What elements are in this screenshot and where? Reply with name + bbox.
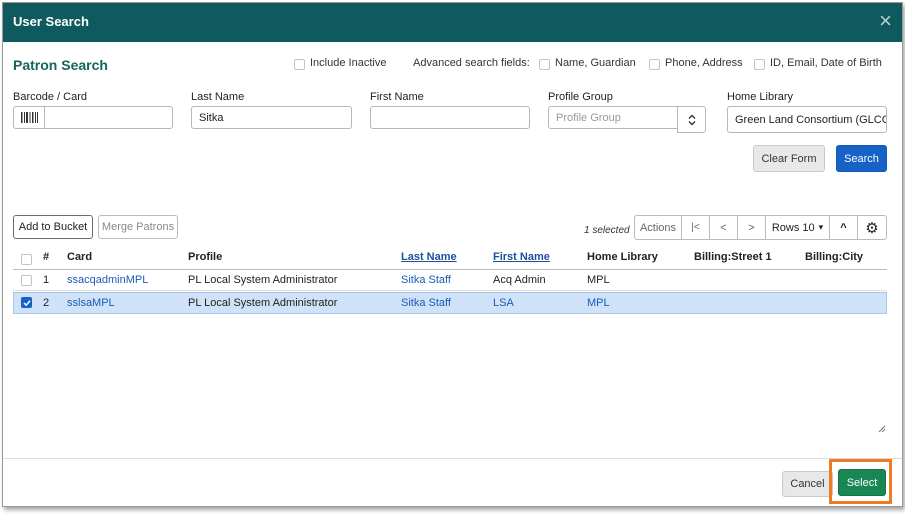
row-checkbox-checked[interactable] xyxy=(21,297,32,308)
col-last-name-header[interactable]: Last Name xyxy=(401,251,457,263)
last-name-input[interactable]: Sitka xyxy=(191,106,352,129)
search-button[interactable]: Search xyxy=(836,145,887,172)
cancel-button[interactable]: Cancel xyxy=(782,471,833,497)
row-num: 1 xyxy=(43,274,50,286)
adv-name-guardian-label: Name, Guardian xyxy=(555,57,636,69)
row-first-name: LSA xyxy=(493,297,514,309)
row-home-library: MPL xyxy=(587,274,610,286)
adv-id-email-dob-checkbox[interactable] xyxy=(754,59,765,70)
barcode-label: Barcode / Card xyxy=(13,91,87,103)
collapse-icon[interactable]: ^ xyxy=(829,215,858,240)
col-city-header[interactable]: Billing:City xyxy=(805,251,863,263)
col-street-header[interactable]: Billing:Street 1 xyxy=(694,251,772,263)
profile-group-select[interactable]: Profile Group xyxy=(548,106,678,129)
rows-per-page-dropdown[interactable]: Rows 10 ▾ xyxy=(765,215,830,240)
row-profile: PL Local System Administrator xyxy=(188,297,338,309)
table-row[interactable]: 1 ssacqadminMPL PL Local System Administ… xyxy=(13,270,887,291)
first-name-label: First Name xyxy=(370,91,424,103)
row-card-link[interactable]: sslsaMPL xyxy=(67,297,115,309)
advanced-search-label: Advanced search fields: xyxy=(413,57,530,69)
selected-count: 1 selected xyxy=(584,225,630,236)
row-last-name[interactable]: Sitka Staff xyxy=(401,297,451,309)
col-profile-header[interactable]: Profile xyxy=(188,251,222,263)
barcode-icon[interactable] xyxy=(13,106,44,129)
rows-label: Rows 10 xyxy=(771,221,815,234)
resize-grip-icon[interactable] xyxy=(876,423,886,433)
add-to-bucket-button[interactable]: Add to Bucket xyxy=(13,215,93,239)
table-row[interactable]: 2 sslsaMPL PL Local System Administrator… xyxy=(13,292,887,314)
row-profile: PL Local System Administrator xyxy=(188,274,338,286)
select-all-checkbox[interactable] xyxy=(21,254,32,265)
last-name-label: Last Name xyxy=(191,91,245,103)
merge-patrons-button[interactable]: Merge Patrons xyxy=(98,215,178,239)
row-card-link[interactable]: ssacqadminMPL xyxy=(67,274,148,286)
dialog-title: User Search xyxy=(13,14,89,29)
close-icon[interactable]: × xyxy=(879,10,892,32)
profile-group-label: Profile Group xyxy=(548,91,613,103)
profile-group-sort-icon[interactable] xyxy=(677,106,706,133)
row-last-name[interactable]: Sitka Staff xyxy=(401,274,451,286)
dialog-header: User Search × xyxy=(3,3,902,42)
next-page-button[interactable]: > xyxy=(737,215,766,240)
footer-divider xyxy=(3,458,902,459)
home-library-label: Home Library xyxy=(727,91,794,103)
section-title: Patron Search xyxy=(13,57,108,73)
prev-page-button[interactable]: < xyxy=(709,215,738,240)
home-library-select[interactable]: Green Land Consortium (GLCC xyxy=(727,106,887,133)
first-page-button[interactable]: |< xyxy=(681,215,710,240)
col-card-header[interactable]: Card xyxy=(67,251,92,263)
row-checkbox[interactable] xyxy=(21,275,32,286)
caret-down-icon: ▾ xyxy=(818,222,824,232)
user-search-dialog: User Search × Patron Search Include Inac… xyxy=(2,2,903,507)
select-button[interactable]: Select xyxy=(838,469,886,496)
adv-phone-address-checkbox[interactable] xyxy=(649,59,660,70)
row-home-library: MPL xyxy=(587,297,610,309)
first-name-input[interactable] xyxy=(370,106,530,129)
adv-phone-address-label: Phone, Address xyxy=(665,57,743,69)
col-home-library-header[interactable]: Home Library xyxy=(587,251,658,263)
row-first-name: Acq Admin xyxy=(493,274,546,286)
adv-name-guardian-checkbox[interactable] xyxy=(539,59,550,70)
clear-form-button[interactable]: Clear Form xyxy=(753,145,825,172)
col-num-header: # xyxy=(43,251,50,263)
row-num: 2 xyxy=(43,297,50,309)
include-inactive-checkbox[interactable] xyxy=(294,59,305,70)
adv-id-email-dob-label: ID, Email, Date of Birth xyxy=(770,57,882,69)
gear-icon[interactable]: ⚙ xyxy=(857,215,887,240)
include-inactive-label: Include Inactive xyxy=(310,57,387,69)
actions-button[interactable]: Actions xyxy=(634,215,682,240)
barcode-input[interactable] xyxy=(44,106,173,129)
col-first-name-header[interactable]: First Name xyxy=(493,251,550,263)
